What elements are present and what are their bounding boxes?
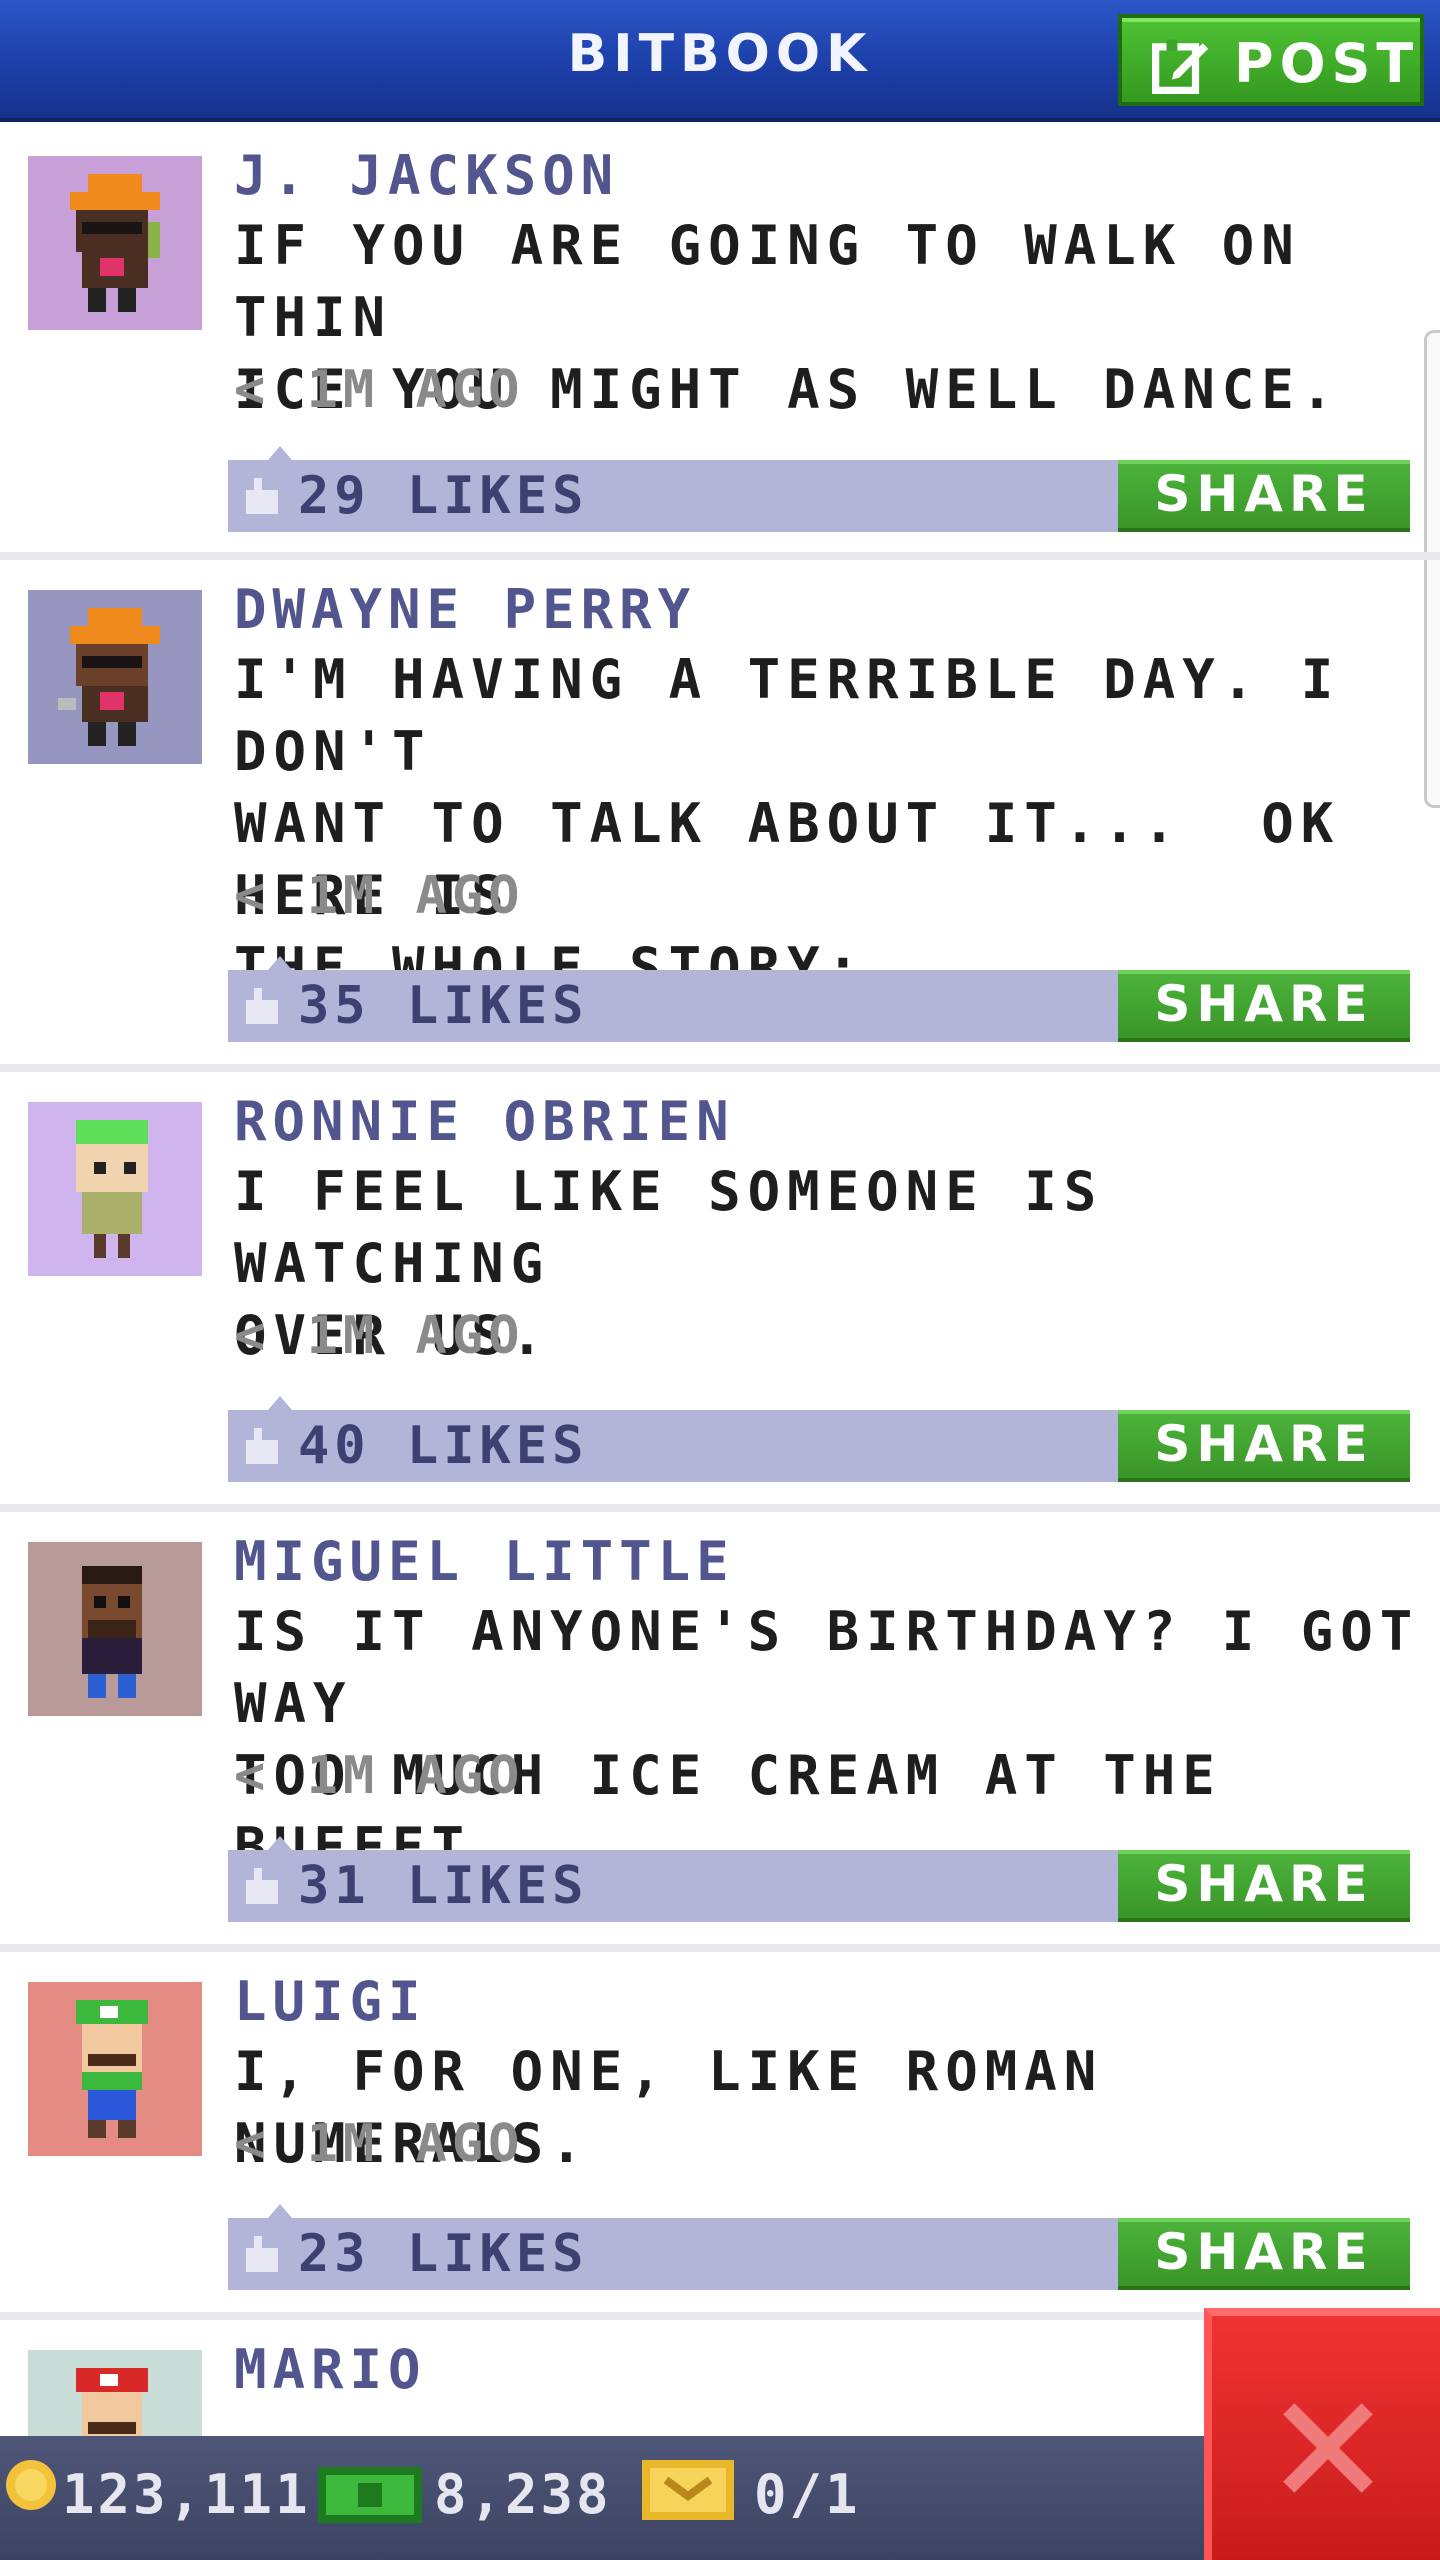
post-author[interactable]: MIGUEL LITTLE <box>234 1532 735 1592</box>
share-button[interactable]: SHARE <box>1118 2218 1410 2290</box>
likes-bar: 31 LIKES SHARE <box>228 1836 1410 1922</box>
post-time: < 1M AGO <box>234 1746 525 1806</box>
likes-bar: 35 LIKES SHARE <box>228 956 1410 1042</box>
post-item: J. JACKSON IF YOU ARE GOING TO WALK ON T… <box>0 126 1440 560</box>
post-button[interactable]: POST <box>1118 14 1424 106</box>
post-author[interactable]: DWAYNE PERRY <box>234 580 696 640</box>
coin-icon <box>6 2460 56 2510</box>
share-button[interactable]: SHARE <box>1118 1410 1410 1482</box>
coins-count: 123,111 <box>62 2463 311 2526</box>
post-time: < 1M AGO <box>234 866 525 926</box>
thumb-icon <box>246 2236 278 2272</box>
bux-icon <box>318 2467 422 2523</box>
thumb-icon <box>246 1428 278 1464</box>
worker-avatar-icon <box>58 608 160 746</box>
avatar[interactable] <box>28 156 202 330</box>
likes-bar: 29 LIKES SHARE <box>228 446 1410 532</box>
avatar[interactable] <box>28 1102 202 1276</box>
post-body: IS IT ANYONE'S BIRTHDAY? I GOT WAY TOO M… <box>234 1600 1420 1879</box>
likes-bar: 23 LIKES SHARE <box>228 2204 1410 2290</box>
post-author[interactable]: RONNIE OBRIEN <box>234 1092 735 1152</box>
avatar[interactable] <box>28 590 202 764</box>
thumb-icon <box>246 988 278 1024</box>
share-button[interactable]: SHARE <box>1118 460 1410 532</box>
avatar[interactable] <box>28 1542 202 1716</box>
post-author[interactable]: MARIO <box>234 2340 427 2400</box>
post-author[interactable]: LUIGI <box>234 1972 427 2032</box>
thumb-icon <box>246 478 278 514</box>
likes-count[interactable]: 40 LIKES <box>298 1414 588 1478</box>
post-body: I'M HAVING A TERRIBLE DAY. I DON'T WANT … <box>234 648 1341 999</box>
bux-count: 8,238 <box>434 2463 612 2526</box>
post-item: RONNIE OBRIEN I FEEL LIKE SOMEONE IS WAT… <box>0 1072 1440 1512</box>
post-button-label: POST <box>1234 32 1420 95</box>
likes-count[interactable]: 35 LIKES <box>298 974 588 1038</box>
share-button[interactable]: SHARE <box>1118 1850 1410 1922</box>
luigi-avatar-icon <box>76 2000 148 2138</box>
tickets-count: 0/1 <box>754 2463 861 2526</box>
post-time: < 1M AGO <box>234 2114 525 2174</box>
thumb-icon <box>246 1868 278 1904</box>
likes-count[interactable]: 31 LIKES <box>298 1854 588 1918</box>
post-item: LUIGI I, FOR ONE, LIKE ROMAN NUMERALS. <… <box>0 1952 1440 2320</box>
likes-bar: 40 LIKES SHARE <box>228 1396 1410 1482</box>
ticket-icon <box>642 2460 734 2520</box>
bearded-man-avatar-icon <box>82 1566 142 1698</box>
post-time: < 1M AGO <box>234 1306 525 1366</box>
post-item: DWAYNE PERRY I'M HAVING A TERRIBLE DAY. … <box>0 560 1440 1072</box>
worker-avatar-icon <box>70 174 160 312</box>
post-item: MIGUEL LITTLE IS IT ANYONE'S BIRTHDAY? I… <box>0 1512 1440 1952</box>
close-icon <box>1283 2403 1373 2493</box>
likes-count[interactable]: 23 LIKES <box>298 2222 588 2286</box>
green-hair-avatar-icon <box>76 1120 148 1258</box>
close-button[interactable] <box>1204 2308 1440 2560</box>
post-author[interactable]: J. JACKSON <box>234 146 619 206</box>
app-header: BITBOOK POST <box>0 0 1440 122</box>
avatar[interactable] <box>28 1982 202 2156</box>
post-time: < 1M AGO <box>234 360 525 420</box>
likes-count[interactable]: 29 LIKES <box>298 464 588 528</box>
compose-icon <box>1152 39 1209 94</box>
share-button[interactable]: SHARE <box>1118 970 1410 1042</box>
